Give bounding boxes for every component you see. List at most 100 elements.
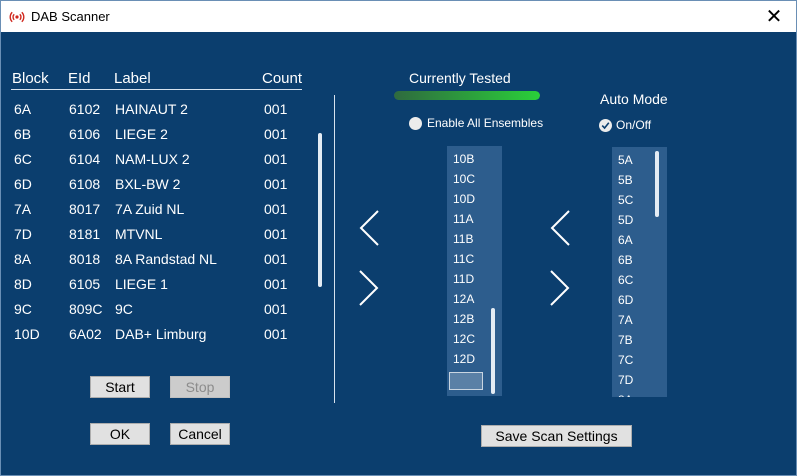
- list-item[interactable]: 12A: [453, 292, 474, 306]
- table-cell-count: 001: [264, 151, 288, 167]
- table-cell-block: 6B: [14, 126, 32, 142]
- auto-mode-label: Auto Mode: [600, 91, 668, 107]
- close-button[interactable]: ✕: [752, 1, 796, 32]
- stop-button[interactable]: Stop: [170, 376, 230, 398]
- start-button[interactable]: Start: [90, 376, 150, 398]
- table-cell-label: 8A Randstad NL: [115, 251, 217, 267]
- close-icon: ✕: [765, 6, 783, 28]
- list-item[interactable]: 11D: [453, 272, 474, 286]
- list-item[interactable]: 6A: [618, 233, 633, 247]
- table-cell-eid: 6102: [69, 101, 101, 117]
- table-cell-count: 001: [264, 126, 288, 142]
- cancel-button[interactable]: Cancel: [170, 423, 230, 445]
- table-cell-label: HAINAUT 2: [115, 101, 188, 117]
- header-count: Count: [262, 70, 303, 87]
- chevron-left-icon[interactable]: [549, 209, 571, 247]
- ok-button[interactable]: OK: [90, 423, 150, 445]
- checkmark-icon: [599, 118, 612, 132]
- save-scan-settings-button[interactable]: Save Scan Settings: [481, 425, 632, 447]
- list-item[interactable]: 11C: [453, 252, 474, 266]
- list-item[interactable]: 5B: [618, 173, 633, 187]
- list-item[interactable]: 6C: [618, 273, 633, 287]
- table-cell-block: 8D: [14, 276, 32, 292]
- list-item[interactable]: 11B: [453, 232, 473, 246]
- table-cell-block: 10D: [14, 326, 40, 342]
- tested-list-scrollbar[interactable]: [491, 308, 495, 394]
- auto-list-scrollbar[interactable]: [655, 151, 659, 217]
- table-cell-block: 6C: [14, 151, 32, 167]
- list-item[interactable]: 6B: [618, 253, 633, 267]
- list-item[interactable]: 12B: [453, 312, 474, 326]
- chevron-right-icon[interactable]: [358, 269, 380, 307]
- table-cell-count: 001: [264, 251, 288, 267]
- table-cell-block: 8A: [14, 251, 32, 267]
- table-cell-eid: 6108: [69, 176, 101, 192]
- enable-all-ensembles-label: Enable All Ensembles: [427, 116, 544, 130]
- table-cell-label: LIEGE 2: [115, 126, 168, 142]
- table-scrollbar[interactable]: [318, 133, 322, 287]
- table-cell-count: 001: [264, 101, 288, 117]
- table-cell-label: NAM-LUX 2: [115, 151, 190, 167]
- header-block: Block: [12, 70, 49, 87]
- window-title: DAB Scanner: [31, 9, 110, 24]
- vertical-divider: [334, 95, 335, 403]
- table-cell-eid: 8181: [69, 226, 101, 242]
- header-eid: EId: [68, 70, 91, 87]
- table-cell-eid: 8018: [69, 251, 101, 267]
- list-item[interactable]: 5D: [618, 213, 633, 227]
- table-cell-count: 001: [264, 301, 288, 317]
- table-cell-label: 7A Zuid NL: [115, 201, 185, 217]
- table-cell-eid: 6106: [69, 126, 101, 142]
- list-item[interactable]: 8A: [618, 393, 633, 397]
- title-bar: DAB Scanner ✕: [1, 1, 796, 32]
- table-cell-label: BXL-BW 2: [115, 176, 181, 192]
- table-cell-count: 001: [264, 326, 288, 342]
- table-cell-block: 7D: [14, 226, 32, 242]
- table-cell-eid: 6105: [69, 276, 101, 292]
- table-cell-eid: 809C: [69, 301, 103, 317]
- chevron-right-icon[interactable]: [549, 269, 571, 307]
- table-cell-eid: 6A02: [69, 326, 102, 342]
- list-item[interactable]: 12D: [453, 352, 475, 366]
- auto-mode-toggle[interactable]: On/Off: [599, 118, 651, 132]
- table-cell-eid: 8017: [69, 201, 101, 217]
- scan-progress-fill: [394, 91, 540, 100]
- radio-empty-icon: [409, 116, 422, 130]
- scan-progress-bar: [394, 91, 540, 100]
- table-cell-label: MTVNL: [115, 226, 163, 242]
- table-cell-block: 6A: [14, 101, 32, 117]
- table-cell-count: 001: [264, 176, 288, 192]
- table-cell-label: LIEGE 1: [115, 276, 168, 292]
- list-item[interactable]: 7D: [618, 373, 633, 387]
- table-cell-count: 001: [264, 276, 288, 292]
- list-item[interactable]: 11A: [453, 212, 473, 226]
- list-item[interactable]: 10D: [453, 192, 475, 206]
- currently-tested-label: Currently Tested: [409, 70, 511, 86]
- list-item[interactable]: 7A: [618, 313, 633, 327]
- list-item[interactable]: 10B: [453, 152, 474, 166]
- tested-blocks-list[interactable]: 10B 10C 10D 11A 11B 11C 11D 12A 12B 12C 12D: [447, 146, 502, 396]
- header-divider: [11, 89, 302, 90]
- table-cell-label: 9C: [115, 301, 133, 317]
- table-cell-count: 001: [264, 201, 288, 217]
- list-item[interactable]: 10C: [453, 172, 475, 186]
- auto-mode-blocks-list[interactable]: 5A 5B 5C 5D 6A 6B 6C 6D 7A 7B 7C 7D 8A: [612, 147, 667, 397]
- list-item[interactable]: 7C: [618, 353, 633, 367]
- list-item[interactable]: 7B: [618, 333, 633, 347]
- table-cell-block: 9C: [14, 301, 32, 317]
- table-cell-block: 7A: [14, 201, 32, 217]
- header-label: Label: [114, 70, 151, 87]
- list-item[interactable]: 6D: [618, 293, 633, 307]
- list-item[interactable]: 5A: [618, 153, 633, 167]
- table-cell-eid: 6104: [69, 151, 101, 167]
- table-cell-block: 6D: [14, 176, 32, 192]
- chevron-left-icon[interactable]: [358, 209, 380, 247]
- list-item[interactable]: 5C: [618, 193, 633, 207]
- selected-list-item[interactable]: [449, 372, 483, 390]
- enable-all-ensembles-radio[interactable]: Enable All Ensembles: [409, 116, 543, 130]
- list-item[interactable]: 12C: [453, 332, 475, 346]
- table-cell-count: 001: [264, 226, 288, 242]
- dab-scanner-window: DAB Scanner ✕ Block EId Label Count 6A 61…: [0, 0, 797, 476]
- table-cell-label: DAB+ Limburg: [115, 326, 207, 342]
- auto-mode-toggle-label: On/Off: [616, 118, 652, 132]
